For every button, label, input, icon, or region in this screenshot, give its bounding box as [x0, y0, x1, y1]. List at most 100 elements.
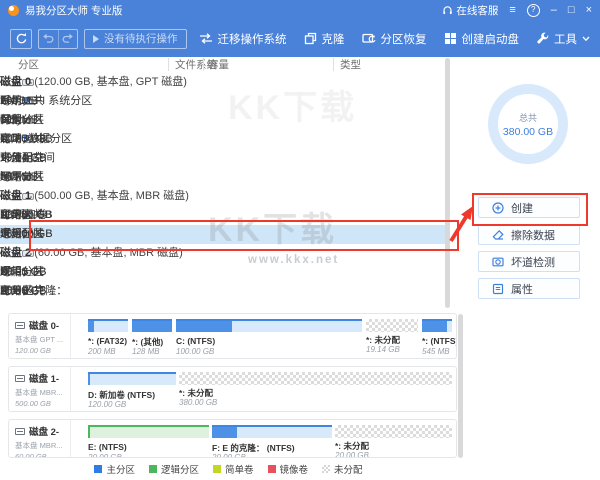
create-button[interactable]: 创建 [478, 197, 580, 218]
primary-partition-swatch [94, 465, 102, 473]
header-divider [333, 58, 334, 71]
donut-label: 总共 [519, 111, 537, 124]
undo-icon [42, 33, 54, 44]
properties-icon [492, 283, 504, 295]
bootable-disk-icon [444, 32, 457, 45]
tools-menu-button[interactable]: 工具 [536, 31, 590, 47]
disk-group-row[interactable]: 磁盘 0 (120.00 GB, 基本盘, GPT 磁盘) [0, 73, 446, 92]
disk-name: 磁盘 0 [0, 76, 31, 88]
diskmap-scrollbar[interactable] [458, 314, 463, 458]
online-service-button[interactable]: 在线客服 [442, 3, 498, 18]
partition-row[interactable]: D: 新加卷 NTFS 118.37 GB 可用，共 120.00 GB 主分区 [0, 206, 446, 225]
partition-row[interactable]: * 未分配 19.14 GB 可用，共 19.14 GB 未使用空间 [0, 149, 446, 168]
partition-block[interactable]: D: 新加卷 (NTFS) 120.00 GB [88, 372, 176, 385]
app-logo-icon [8, 5, 19, 16]
pending-operations-label: 没有待执行操作 [104, 31, 178, 46]
apply-pending-operations-button[interactable]: 没有待执行操作 [84, 29, 187, 49]
partition-row[interactable]: C: NTFS 70.65 GB 可用，共 100.00 GB 启动, 数据分区 [0, 130, 446, 149]
surface-test-label: 坏道检测 [511, 254, 555, 270]
disk-map-size: 60.00 GB [15, 452, 70, 458]
wrench-icon [536, 32, 549, 45]
tools-label: 工具 [554, 31, 577, 47]
clone-icon [304, 32, 317, 45]
column-partition: 分区 [18, 58, 39, 73]
unallocated-block[interactable]: *: 未分配 20.00 GB [335, 425, 452, 438]
unallocated-block[interactable]: *: 未分配 19.14 GB [366, 319, 418, 332]
header-divider [203, 58, 204, 71]
column-capacity: 容量 [208, 58, 229, 73]
partition-recovery-icon [362, 32, 376, 45]
disk-map-0-info: 磁盘 0- 基本盘 GPT ... 120.00 GB [9, 314, 71, 358]
migrate-os-button[interactable]: 迁移操作系统 [199, 31, 287, 47]
donut-value: 380.00 GB [503, 126, 553, 138]
disk-detail: (120.00 GB, 基本盘, GPT 磁盘) [34, 76, 187, 88]
online-service-label: 在线客服 [456, 3, 498, 18]
disk-detail: (500.00 GB, 基本盘, MBR 磁盘) [34, 190, 189, 202]
undo-redo-group [38, 29, 78, 49]
app-window: 易我分区大师 专业版 在线客服 ≡ ? – □ × [0, 0, 600, 480]
refresh-button[interactable] [10, 29, 32, 49]
play-icon [93, 35, 99, 43]
partition-row[interactable]: E: NTFS 19.91 GB 可用，共 20.00 GB 逻辑分区 [0, 263, 446, 282]
menu-icon[interactable]: ≡ [509, 0, 515, 20]
partition-block[interactable]: F: E 的克隆： (NTFS) 20.00 GB [212, 425, 332, 438]
surface-test-button[interactable]: 坏道检测 [478, 251, 580, 272]
disk-map-0: 磁盘 0- 基本盘 GPT ... 120.00 GB *: (FAT32) 2… [8, 313, 457, 359]
partition-recovery-label: 分区恢复 [381, 31, 427, 47]
maximize-button[interactable]: □ [568, 0, 575, 20]
partition-block[interactable]: *: (其他) 128 MB [132, 319, 172, 332]
help-icon[interactable]: ? [527, 4, 540, 17]
partition-row[interactable]: F: E 的克隆： NTFS 15.89 GB 可用，共 20.00 GB 主分… [0, 282, 446, 301]
properties-label: 属性 [511, 281, 533, 297]
window-title: 易我分区大师 专业版 [25, 3, 122, 18]
used-space [88, 321, 94, 332]
chevron-down-icon [582, 36, 590, 42]
clone-label: 克隆 [322, 31, 345, 47]
disk-map-1: 磁盘 1- 基本盘 MBR... 500.00 GB D: 新加卷 (NTFS)… [8, 366, 457, 412]
disk-check-icon [492, 256, 504, 268]
disk-map-2: 磁盘 2- 基本盘 MBR... 60.00 GB E: (NTFS) 20.0… [8, 419, 457, 458]
partition-block[interactable]: *: (NTFS) 545 MB [422, 319, 452, 332]
partition-row[interactable]: *: 其他 0 Byte 可用，共 128 MB 保留分区 [0, 111, 446, 130]
close-button[interactable]: × [586, 0, 592, 20]
used-space [176, 321, 232, 332]
wipe-data-button[interactable]: 擦除数据 [478, 224, 580, 245]
drive-icon [15, 322, 25, 329]
simple-volume-swatch [213, 465, 221, 473]
minimize-button[interactable]: – [551, 0, 557, 20]
migrate-os-icon [199, 32, 213, 45]
undo-button[interactable] [39, 30, 59, 48]
disk-group-row[interactable]: 磁盘 1 (500.00 GB, 基本盘, MBR 磁盘) [0, 187, 446, 206]
disk-map-name: 磁盘 2- [29, 424, 59, 438]
disk-name: 磁盘 1 [0, 190, 31, 202]
used-space [88, 374, 90, 385]
redo-button[interactable] [59, 30, 78, 48]
partition-row[interactable]: *: NTFS 86 MB 可用，共 545 MB 还原分区 [0, 168, 446, 187]
disk-map-size: 500.00 GB [15, 399, 70, 408]
unallocated-swatch [322, 465, 330, 473]
disk-map-type: 基本盘 GPT ... [15, 334, 70, 345]
wipe-data-label: 擦除数据 [511, 227, 555, 243]
table-scrollbar[interactable] [445, 58, 450, 308]
table-header: 分区 文件系统 容量 类型 [0, 58, 446, 73]
migrate-os-label: 迁移操作系统 [218, 31, 287, 47]
disk-map-size: 120.00 GB [15, 346, 70, 355]
partition-block[interactable]: E: (NTFS) 20.00 GB [88, 425, 209, 438]
eraser-icon [492, 229, 504, 241]
used-space [212, 427, 237, 438]
unallocated-block[interactable]: *: 未分配 380.00 GB [179, 372, 452, 385]
partition-recovery-button[interactable]: 分区恢复 [362, 31, 427, 47]
partition-block[interactable]: *: (FAT32) 200 MB [88, 319, 128, 332]
disk-group-row[interactable]: 磁盘 2 (60.00 GB, 基本盘, MBR 磁盘) [0, 244, 446, 263]
logical-partition-swatch [149, 465, 157, 473]
properties-button[interactable]: 属性 [478, 278, 580, 299]
partition-table: 磁盘 0 (120.00 GB, 基本盘, GPT 磁盘) *: FAT32 1… [0, 73, 446, 301]
create-bootable-disk-button[interactable]: 创建启动盘 [444, 31, 520, 47]
partition-row[interactable]: *: FAT32 168 MB 可用，共 200 MB 系统, EFI 系统分区 [0, 92, 446, 111]
partition-block[interactable]: C: (NTFS) 100.00 GB [176, 319, 362, 332]
header-divider [168, 58, 169, 71]
clone-button[interactable]: 克隆 [304, 31, 345, 47]
used-space [422, 321, 447, 332]
partition-row-selected[interactable]: * 未分配 380.00 GB 可用，共 380.00 GB 逻辑分区 [0, 225, 446, 244]
disk-map-name: 磁盘 0- [29, 318, 59, 332]
